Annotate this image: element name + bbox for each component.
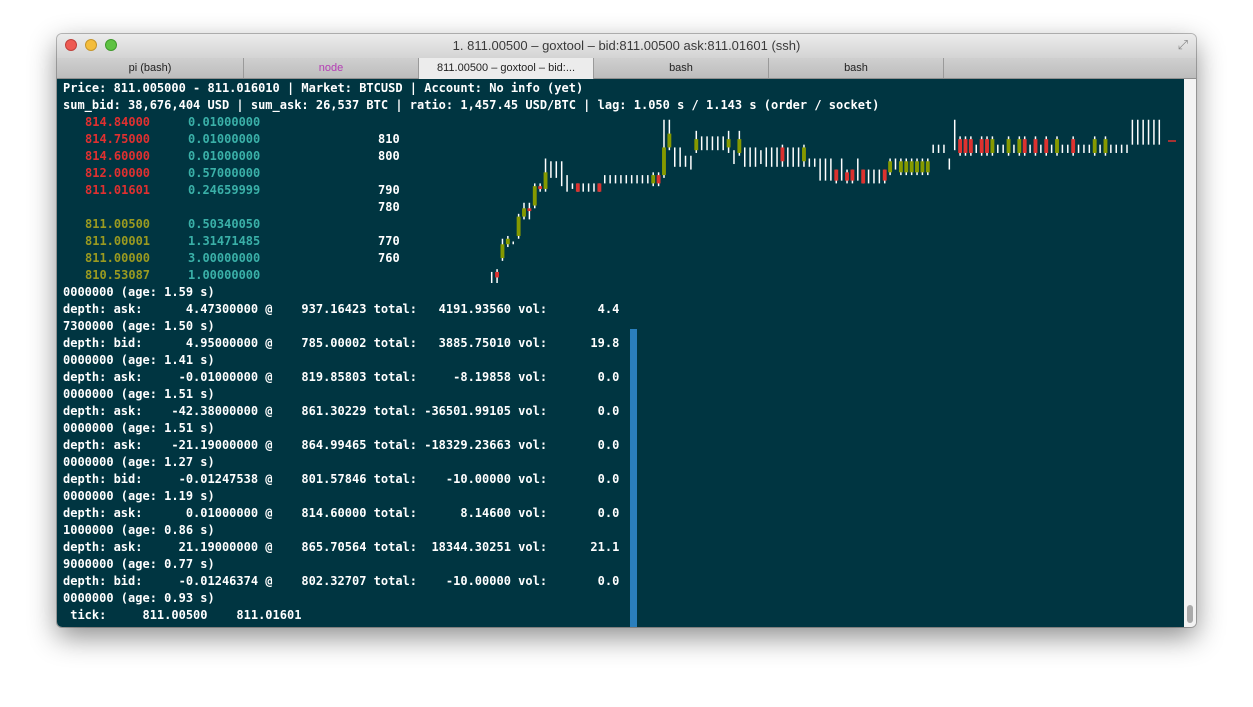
candle-body [898,161,903,173]
log-line: depth: ask: -21.19000000 @ 864.99465 tot… [63,438,620,452]
candle-body [1033,139,1038,153]
candle-body [963,139,968,153]
candle-body [882,169,887,181]
tab-bar: pi (bash) node 811.00500 – goxtool – bid… [57,58,1196,79]
log-line: depth: ask: 0.01000000 @ 814.60000 total… [63,506,620,520]
candle-body [990,139,995,153]
scrollbar-thumb[interactable] [1187,605,1193,623]
pane-divider[interactable] [630,329,637,627]
candle-body [780,147,785,162]
tab-node[interactable]: node [244,58,419,78]
log-line: 9000000 (age: 0.77 s) [63,557,215,571]
log-line: depth: ask: -42.38000000 @ 861.30229 tot… [63,404,620,418]
candle-body [575,183,580,192]
tab-goxtool[interactable]: 811.00500 – goxtool – bid:... [419,58,594,79]
log-line: 0000000 (age: 1.51 s) [63,421,215,435]
candle-body [1092,139,1097,153]
candle-body [915,161,919,173]
candle-body [597,183,602,192]
candle-body [845,172,849,181]
log-line: depth: bid: -0.01247538 @ 801.57846 tota… [63,472,620,486]
candle-body [904,161,909,173]
candle-body [979,139,984,153]
scrollbar[interactable] [1184,79,1196,627]
candle-body [1103,139,1108,153]
candle-body [834,169,839,181]
candle-body [516,216,521,236]
candle-body [495,271,500,278]
log-line: 1000000 (age: 0.86 s) [63,523,215,537]
candle-body [888,161,893,173]
candle-body [505,238,510,245]
candle-body [527,208,532,212]
terminal-content[interactable]: Price: 811.005000 - 811.016010 | Market:… [57,79,1184,627]
candle-body [968,139,973,153]
log-line: 0000000 (age: 1.27 s) [63,455,215,469]
candle-body [543,172,548,189]
terminal-window: 1. 811.00500 – goxtool – bid:811.00500 a… [57,34,1196,627]
fullscreen-arrows-icon[interactable]: ⤢ [1178,38,1188,53]
log-line: depth: bid: -0.01246374 @ 802.32707 tota… [63,574,620,588]
candle-body [985,139,989,153]
candle-body [861,169,866,184]
candle-body [737,139,742,153]
log-line: 7300000 (age: 1.50 s) [63,319,215,333]
candle-body [656,175,661,184]
candle-body [920,161,925,173]
tab-bash-2[interactable]: bash [769,58,944,78]
title-bar[interactable]: 1. 811.00500 – goxtool – bid:811.00500 a… [57,34,1196,58]
log-line: 0000000 (age: 1.59 s) [63,285,215,299]
log-line: depth: ask: 21.19000000 @ 865.70564 tota… [63,540,620,554]
candle-body [667,133,672,148]
candle-body [850,169,855,181]
candle-body [500,244,505,259]
candle-body [538,186,543,189]
candle-body [532,186,537,206]
candle-body [1044,139,1049,153]
candle-body [651,175,656,184]
candle-body [1071,139,1076,153]
log-line: depth: ask: 4.47300000 @ 937.16423 total… [63,302,620,316]
candle-body [522,208,526,217]
candle-body [802,147,806,162]
log-line: depth: ask: -0.01000000 @ 819.85803 tota… [63,370,620,384]
candle-body [1055,139,1059,153]
window-title: 1. 811.00500 – goxtool – bid:811.00500 a… [452,38,801,53]
candle-body [1022,139,1027,153]
candle-body [662,147,666,176]
candle-body [694,139,699,151]
tab-pi-bash[interactable]: pi (bash) [57,58,244,78]
tab-bash-1[interactable]: bash [594,58,769,78]
log-line: depth: bid: 4.95000000 @ 785.00002 total… [63,336,620,350]
candle-body [726,139,731,148]
log-line: 0000000 (age: 0.93 s) [63,591,215,605]
candle-body [909,161,914,173]
candle-body [1006,139,1011,153]
log-line: tick: 811.00500 811.01601 [63,608,302,622]
log-line: 0000000 (age: 1.51 s) [63,387,215,401]
price-chart [490,119,1176,283]
candle-body [925,161,930,173]
candle-body [958,139,963,153]
candle-body [1017,139,1022,153]
log-line: 0000000 (age: 1.41 s) [63,353,215,367]
log-line: 0000000 (age: 1.19 s) [63,489,215,503]
